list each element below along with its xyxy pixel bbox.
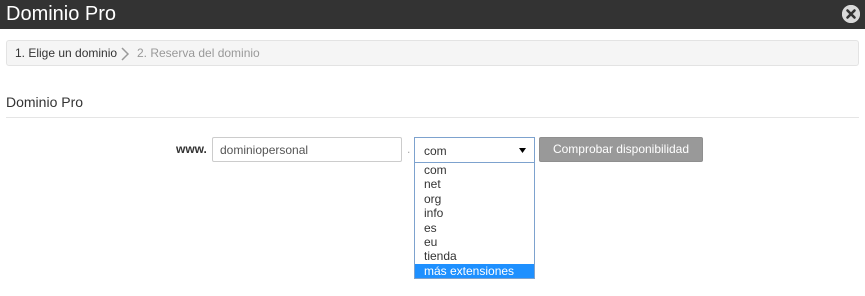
tld-option[interactable]: es [415, 221, 534, 235]
section-title: Dominio Pro [6, 94, 84, 110]
tld-option[interactable]: eu [415, 235, 534, 249]
tld-select[interactable]: com [414, 137, 535, 163]
section-divider [6, 117, 859, 118]
breadcrumb: 1. Elige un dominio 2. Reserva del domin… [6, 40, 859, 66]
dialog-title: Dominio Pro [6, 3, 117, 25]
tld-option[interactable]: org [415, 192, 534, 206]
tld-option-more-extensions[interactable]: más extensiones [415, 263, 534, 279]
caret-down-icon [519, 148, 526, 153]
breadcrumb-step-choose-domain[interactable]: 1. Elige un dominio [15, 41, 117, 65]
tld-selected-value: com [424, 144, 447, 158]
dialog: Dominio Pro 1. Elige un dominio 2. Reser… [0, 0, 865, 296]
tld-option[interactable]: info [415, 206, 534, 220]
www-label: www. [176, 142, 207, 156]
tld-option[interactable]: com [415, 163, 534, 177]
tld-dropdown-list: com net org info es eu tienda más extens… [414, 163, 535, 279]
dialog-titlebar: Dominio Pro [0, 0, 865, 29]
chevron-right-icon [121, 47, 130, 61]
domain-input[interactable] [212, 137, 402, 162]
dot-separator: . [407, 142, 411, 156]
breadcrumb-step-reserve-domain: 2. Reserva del dominio [137, 46, 260, 60]
tld-option[interactable]: net [415, 177, 534, 191]
tld-option[interactable]: tienda [415, 249, 534, 263]
check-availability-button[interactable]: Comprobar disponibilidad [539, 137, 703, 162]
close-button[interactable] [842, 5, 860, 23]
close-circle-icon [842, 5, 860, 23]
